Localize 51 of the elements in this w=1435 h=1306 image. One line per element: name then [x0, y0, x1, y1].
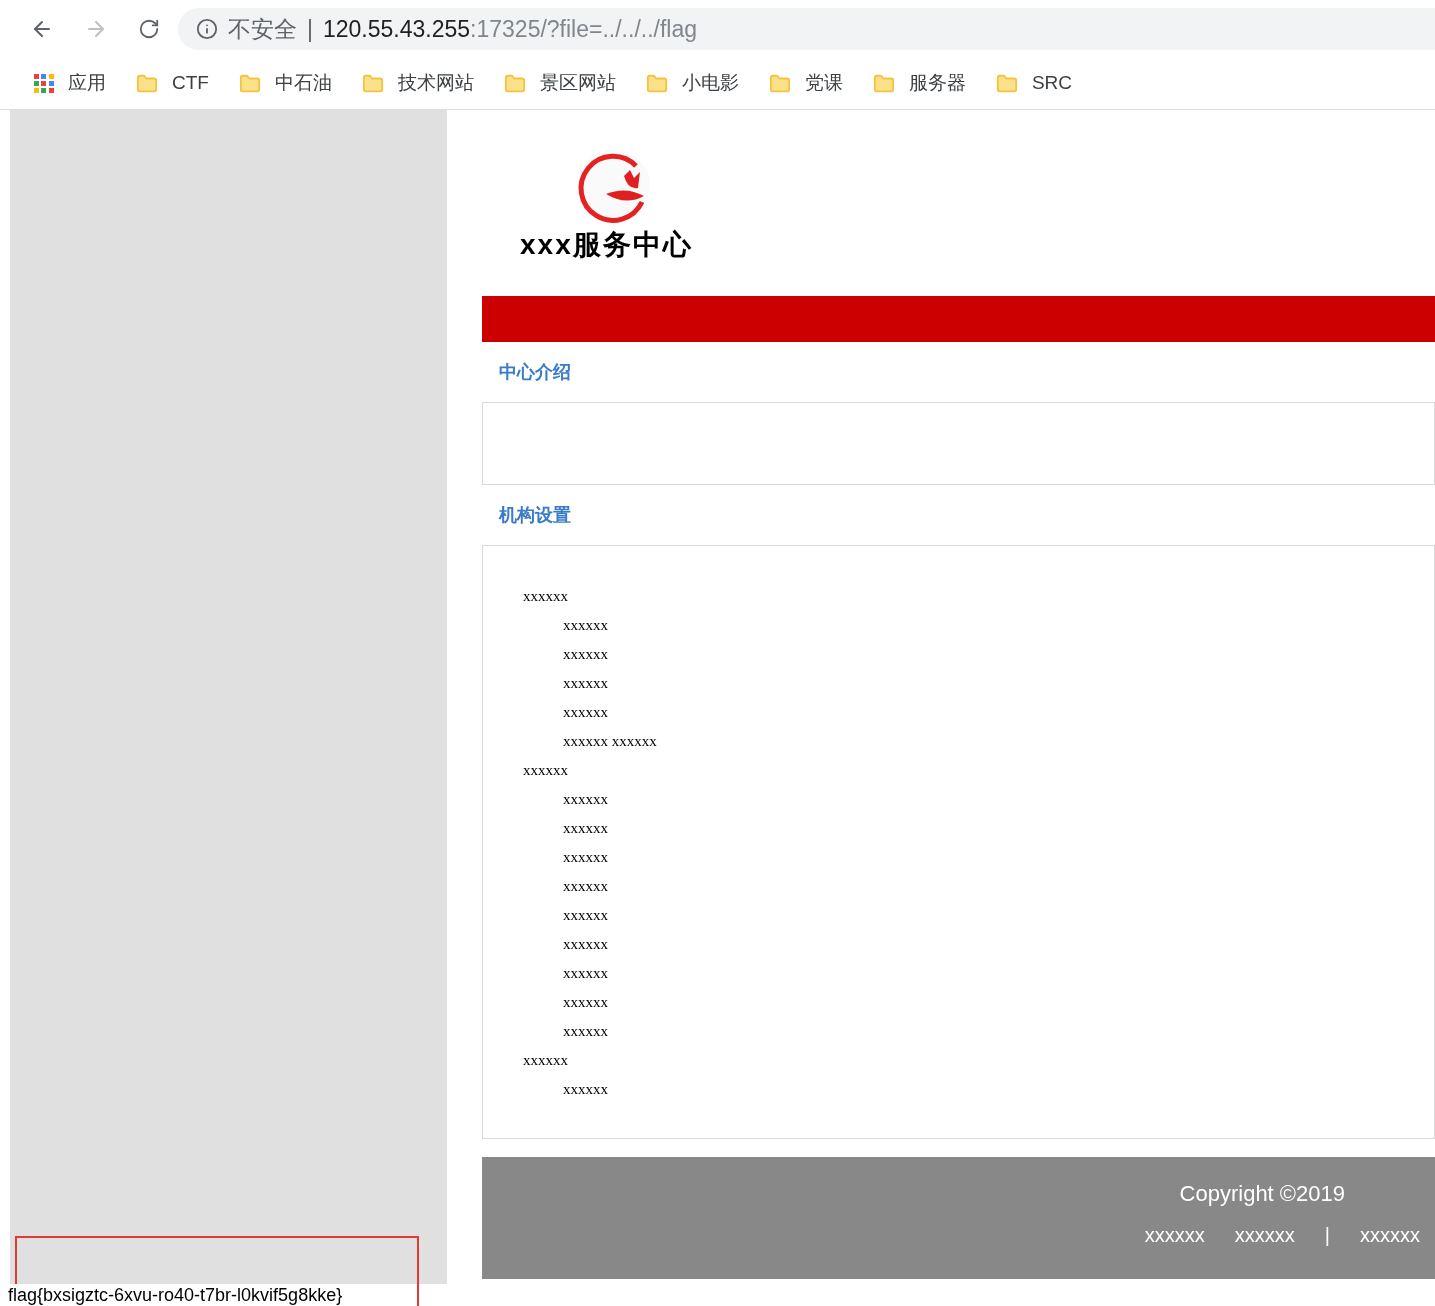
- bookmark[interactable]: 党课: [768, 69, 843, 98]
- apps-grid-icon: [34, 73, 54, 94]
- tree-item: xxxxxx: [562, 1080, 609, 1099]
- footer-link[interactable]: xxxxxx: [1234, 1220, 1295, 1250]
- tree-item: xxxxxx: [562, 1022, 609, 1041]
- tree-item: xxxxxx: [562, 703, 609, 722]
- tree-item: xxxxxx: [562, 819, 609, 838]
- bookmark[interactable]: 景区网站: [503, 69, 616, 98]
- bookmark[interactable]: 小电影: [645, 69, 739, 98]
- tree-item: xxxxxx: [562, 848, 609, 867]
- folder-icon: [645, 72, 668, 95]
- footer-link[interactable]: |: [1324, 1220, 1330, 1250]
- tree-item: xxxxxx: [522, 761, 569, 780]
- folder-icon: [361, 72, 384, 95]
- tree-item: xxxxxx: [562, 616, 609, 635]
- copyright-text: Copyright ©2019: [1179, 1180, 1345, 1208]
- output-text: flag{bxsigztc-6xvu-ro40-t7br-l0kvif5g8kke}: [8, 1284, 343, 1306]
- separator: |: [307, 14, 313, 44]
- tree-item: xxxxxx: [562, 674, 609, 693]
- folder-icon: [872, 72, 895, 95]
- bookmark[interactable]: SRC: [995, 69, 1073, 98]
- bookmark[interactable]: 应用: [34, 69, 106, 98]
- tree-item: xxxxxx: [562, 790, 609, 809]
- folder-icon: [995, 72, 1018, 95]
- tree-item: xxxxxx xxxxxx: [562, 732, 658, 751]
- folder-icon: [503, 72, 526, 95]
- site-name: xxx服务中心: [520, 228, 694, 262]
- address-bar[interactable]: 不安全 | 120.55.43.255:17325/?file=../../../flag: [178, 8, 1435, 50]
- tree-item: xxxxxx: [562, 645, 609, 664]
- reload-icon[interactable]: [138, 18, 160, 40]
- section-title: 机构设置: [497, 503, 572, 527]
- section-title: 中心介绍: [498, 360, 572, 384]
- folder-icon: [238, 72, 261, 95]
- footer-link[interactable]: xxxxxx: [1360, 1220, 1420, 1250]
- bookmark[interactable]: 服务器: [872, 69, 966, 98]
- bookmark[interactable]: 技术网站: [361, 69, 474, 98]
- tree-item: xxxxxx: [562, 964, 609, 983]
- bookmark[interactable]: CTF: [136, 69, 209, 98]
- tree-item: xxxxxx: [562, 906, 609, 925]
- folder-icon: [136, 72, 158, 95]
- bookmark[interactable]: 中石油: [238, 69, 332, 98]
- folder-icon: [768, 72, 791, 95]
- url-text: 120.55.43.255:17325/?file=../../../flag: [323, 14, 698, 44]
- tree-item: xxxxxx: [522, 587, 569, 606]
- tree-item: xxxxxx: [562, 935, 609, 954]
- security-label: 不安全: [228, 14, 297, 44]
- footer-link[interactable]: xxxxxx: [1144, 1220, 1205, 1250]
- info-icon: [196, 18, 218, 40]
- tree-item: xxxxxx: [562, 993, 609, 1012]
- tree-item: xxxxxx: [522, 1051, 569, 1070]
- tree-item: xxxxxx: [562, 877, 609, 896]
